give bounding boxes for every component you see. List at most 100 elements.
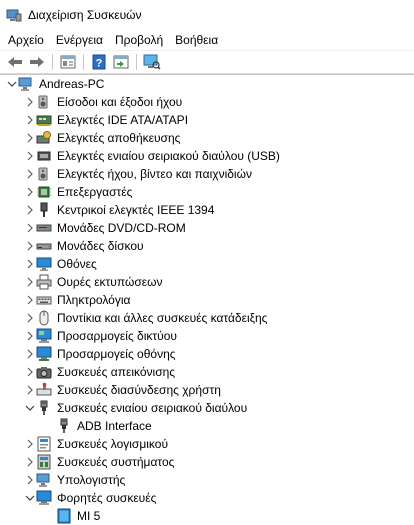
tree-category-item[interactable]: Συσκευές απεικόνισης [0,363,414,381]
chevron-down-icon[interactable] [6,75,18,93]
tree-category-item[interactable]: Μονάδες DVD/CD-ROM [0,219,414,237]
device-tree: Andreas-PC Είσοδοι και έξοδοι ήχου Ελεγκτέ… [0,74,414,525]
menu-action[interactable]: Ενέργεια [50,30,109,50]
tree-category-item[interactable]: Προσαρμογείς οθόνης [0,345,414,363]
tree-category-item[interactable]: Κεντρικοί ελεγκτές IEEE 1394 [0,201,414,219]
properties-button[interactable] [110,52,132,72]
system-device-icon [36,454,52,470]
tree-root[interactable]: Andreas-PC [0,75,414,93]
chevron-right-icon[interactable] [24,309,36,327]
tree-category-item[interactable]: Οθόνες [0,255,414,273]
chevron-right-icon[interactable] [24,345,36,363]
window-title: Διαχείριση Συσκευών [28,8,142,22]
usb-plug-icon [36,400,52,416]
forward-arrow-icon [30,57,44,67]
tree-category-item[interactable]: Ποντίκια και άλλες συσκευές κατάδειξης [0,309,414,327]
disk-drive-icon [36,238,52,254]
chevron-right-icon[interactable] [24,255,36,273]
tree-category-item[interactable]: Συσκευές λογισμικού [0,435,414,453]
back-button[interactable] [4,52,26,72]
tree-category-item[interactable]: Μονάδες δίσκου [0,237,414,255]
tree-child-item[interactable]: MI 5 [0,507,414,525]
tree-item-label: Προσαρμογείς οθόνης [57,347,176,361]
chevron-right-icon[interactable] [24,183,36,201]
dvd-drive-icon [36,220,52,236]
show-hide-console-tree-button[interactable] [57,52,79,72]
tree-item-label: Συσκευές απεικόνισης [57,365,176,379]
tree-category-item[interactable]: Πληκτρολόγια [0,291,414,309]
tree-category-item[interactable]: Είσοδοι και έξοδοι ήχου [0,93,414,111]
menu-bar: Αρχείο Ενέργεια Προβολή Βοήθεια [0,30,414,51]
chevron-right-icon[interactable] [24,165,36,183]
menu-view[interactable]: Προβολή [109,30,169,50]
printer-icon [36,274,52,290]
tree-category-item[interactable]: Προσαρμογείς δικτύου [0,327,414,345]
chevron-right-icon[interactable] [24,471,36,489]
scan-hardware-button[interactable] [141,52,163,72]
tree-item-label: Μονάδες DVD/CD-ROM [57,221,186,235]
forward-button[interactable] [26,52,48,72]
tree-category-item[interactable]: Συσκευές ενιαίου σειριακού διαύλου [0,399,414,417]
toolbar-separator [52,54,53,70]
properties-icon [113,55,129,69]
chevron-down-icon[interactable] [24,399,36,417]
tree-category-item[interactable]: Συσκευές διασύνδεσης χρήστη [0,381,414,399]
chevron-right-icon[interactable] [24,435,36,453]
tree-category-item[interactable]: Ελεγκτές ενιαίου σειριακού διαύλου (USB) [0,147,414,165]
tree-item-label: Ελεγκτές αποθήκευσης [57,131,181,145]
chevron-right-icon[interactable] [24,201,36,219]
tree-item-label: Ποντίκια και άλλες συσκευές κατάδειξης [57,311,268,325]
svg-text:?: ? [96,58,103,70]
toolbar: ? [0,51,414,74]
tree-category-item[interactable]: Συσκευές συστήματος [0,453,414,471]
tree-item-label: Ελεγκτές ενιαίου σειριακού διαύλου (USB) [57,149,280,163]
chevron-right-icon[interactable] [24,237,36,255]
keyboard-icon [36,292,52,308]
chevron-right-icon[interactable] [24,363,36,381]
chevron-right-icon[interactable] [24,453,36,471]
chevron-right-icon[interactable] [24,327,36,345]
software-device-icon [36,436,52,452]
tree-item-label: Υπολογιστής [57,473,126,487]
hid-icon [36,382,52,398]
tree-category-item[interactable]: Ελεγκτές ήχου, βίντεο και παιχνιδιών [0,165,414,183]
chevron-right-icon[interactable] [24,273,36,291]
tree-child-item[interactable]: ADB Interface [0,417,414,435]
tree-item-label: Ουρές εκτυπώσεων [57,275,163,289]
tree-item-label: Ελεγκτές IDE ATA/ATAPI [57,113,189,127]
tree-item-label: Συσκευές ενιαίου σειριακού διαύλου [57,401,248,415]
chevron-right-icon[interactable] [24,93,36,111]
tree-category-item[interactable]: Ουρές εκτυπώσεων [0,273,414,291]
network-adapter-icon [36,328,52,344]
mouse-icon [36,310,52,326]
tree-category-item[interactable]: Ελεγκτές IDE ATA/ATAPI [0,111,414,129]
chevron-right-icon[interactable] [24,291,36,309]
tree-category-item[interactable]: Υπολογιστής [0,471,414,489]
title-bar: Διαχείριση Συσκευών [0,0,414,30]
toolbar-separator [83,54,84,70]
display-adapter-icon [36,346,52,362]
chevron-right-icon[interactable] [24,219,36,237]
tree-item-label: Ελεγκτές ήχου, βίντεο και παιχνιδιών [57,167,252,181]
menu-file[interactable]: Αρχείο [2,30,50,50]
tree-category-item[interactable]: Ελεγκτές αποθήκευσης [0,129,414,147]
help-icon: ? [92,54,106,70]
help-button[interactable]: ? [88,52,110,72]
monitor-icon [36,256,52,272]
tree-item-label: Μονάδες δίσκου [57,239,144,253]
menu-help[interactable]: Βοήθεια [169,30,224,50]
chevron-right-icon[interactable] [24,381,36,399]
tree-category-item[interactable]: Επεξεργαστές [0,183,414,201]
chevron-right-icon[interactable] [24,147,36,165]
chevron-down-icon[interactable] [24,489,36,507]
device-manager-icon [6,7,22,23]
tree-category-item[interactable]: Φορητές συσκευές [0,489,414,507]
chevron-right-icon[interactable] [24,111,36,129]
tree-item-label: Φορητές συσκευές [57,491,157,505]
tree-item-label: Andreas-PC [39,77,105,91]
tree-item-label: Κεντρικοί ελεγκτές IEEE 1394 [57,203,215,217]
tree-item-label: Συσκευές συστήματος [57,455,175,469]
chevron-right-icon[interactable] [24,129,36,147]
